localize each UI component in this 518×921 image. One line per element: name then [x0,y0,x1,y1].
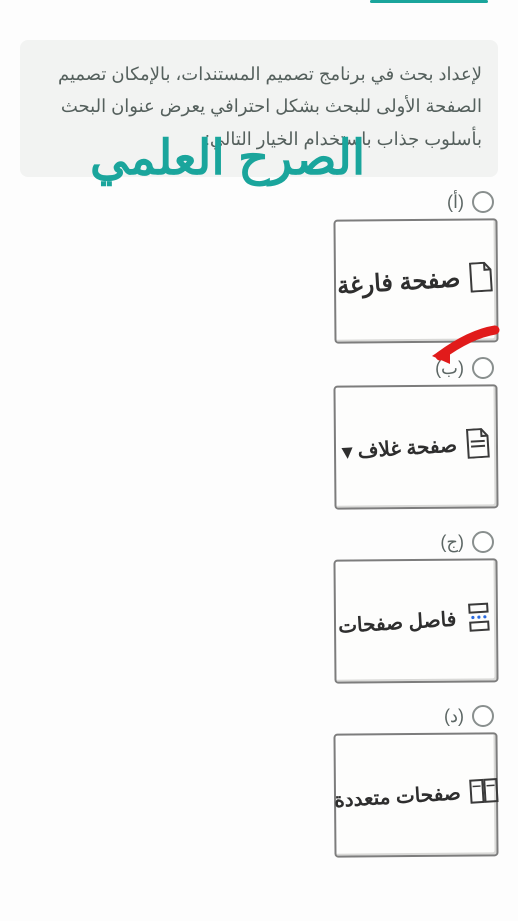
tile-b[interactable]: صفحة غلاف ▾ [333,384,498,509]
option-d-label: (د) [444,706,464,727]
radio-d[interactable] [472,705,494,727]
pointer-arrow-icon [430,322,500,372]
multi-page-icon [467,777,499,805]
radio-a[interactable] [472,191,494,213]
option-c-label: (ج) [440,532,464,553]
option-d: (د) صفحات متعددة [20,705,498,857]
tile-b-text: صفحة غلاف ▾ [341,432,457,464]
option-a-label: (أ) [447,192,464,213]
page-break-icon [463,601,495,633]
page-blank-icon [468,261,496,293]
radio-c[interactable] [472,531,494,553]
option-c: (ج) فاصل صفحات [20,531,498,683]
quiz-page: لإعداد بحث في برنامج تصميم المستندات، با… [0,0,518,921]
page-cover-icon [464,428,492,460]
tile-c-text: فاصل صفحات [337,606,457,638]
tile-d-text: صفحات متعددة [333,780,461,813]
question-text: لإعداد بحث في برنامج تصميم المستندات، با… [20,40,498,177]
tile-c[interactable]: فاصل صفحات [333,558,498,683]
option-b: (ب) صفحة غلاف ▾ [20,357,498,509]
tile-a-text: صفحة فارغة [337,264,462,300]
option-a: (أ) صفحة فارغة [20,191,498,343]
header-accent-bar [370,0,488,3]
tile-d[interactable]: صفحات متعددة [333,732,498,857]
